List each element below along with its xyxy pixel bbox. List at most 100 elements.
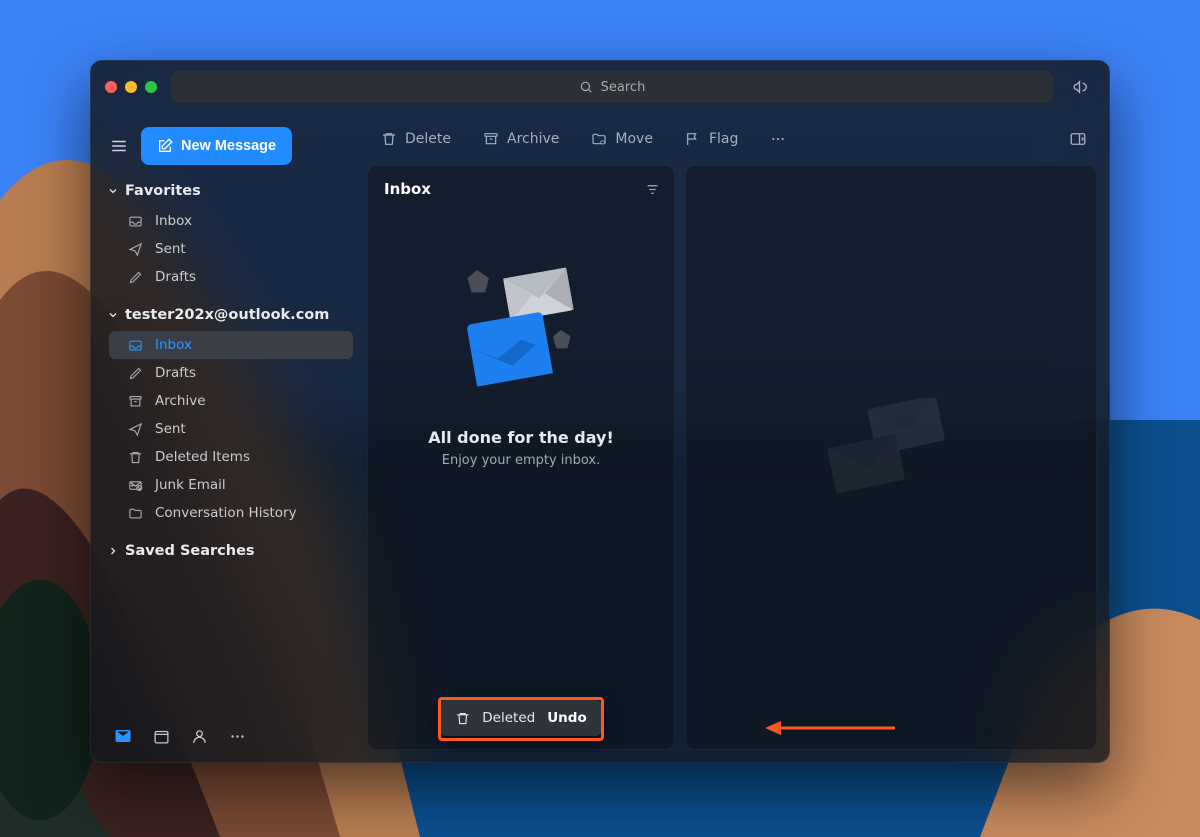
draft-icon [127,270,143,285]
delete-button[interactable]: Delete [373,125,459,153]
mail-tab-button[interactable] [113,727,133,745]
sidebar-bottom-tabs [99,714,353,762]
people-tab-button[interactable] [189,728,209,745]
favorites-label: Favorites [125,183,201,199]
folder-item[interactable]: Sent [109,235,353,263]
folder-label: Inbox [155,213,192,229]
folder-item[interactable]: Drafts [109,263,353,291]
send-icon [127,422,143,437]
saved-searches-header[interactable]: Saved Searches [99,537,353,565]
folder-label: Sent [155,421,186,437]
person-icon [191,728,208,745]
folder-label: Inbox [155,337,192,353]
folder-label: Drafts [155,365,196,381]
archive-icon [127,394,143,409]
megaphone-icon [1072,78,1090,96]
saved-searches-label: Saved Searches [125,543,255,559]
mail-icon [114,727,132,745]
new-message-button[interactable]: New Message [141,127,292,165]
folder-item[interactable]: Drafts [109,359,353,387]
flag-label: Flag [709,131,738,147]
new-message-label: New Message [181,138,276,154]
more-apps-button[interactable] [227,728,247,745]
trash-icon [127,450,143,465]
account-folders-list: Inbox Drafts Archive Sent Deleted Items Junk … [99,329,353,537]
favorites-header[interactable]: Favorites [99,177,353,205]
folder-item[interactable]: Junk Email [109,471,353,499]
sidebar: New Message Favorites Inbox Sent Drafts te… [91,113,361,762]
undo-button[interactable]: Undo [547,710,587,726]
message-list-title: Inbox [384,180,431,198]
inbox-icon [127,338,143,353]
search-placeholder: Search [601,80,646,95]
toolbar-more-button[interactable] [762,125,794,153]
chevron-right-icon [107,545,119,557]
megaphone-button[interactable] [1067,78,1095,96]
flag-button[interactable]: Flag [677,125,746,153]
toast-message: Deleted [482,710,535,726]
hamburger-button[interactable] [107,134,131,158]
search-input[interactable]: Search [171,71,1053,103]
folder-item[interactable]: Sent [109,415,353,443]
trash-icon [455,711,470,726]
calendar-tab-button[interactable] [151,728,171,745]
move-label: Move [615,131,653,147]
reading-pane [685,165,1097,750]
favorites-list: Inbox Sent Drafts [99,205,353,301]
folder-label: Archive [155,393,206,409]
folder-item[interactable]: Deleted Items [109,443,353,471]
message-list-pane: Inbox [367,165,675,750]
folder-label: Sent [155,241,186,257]
folder-item[interactable]: Conversation History [109,499,353,527]
folder-label: Deleted Items [155,449,250,465]
folder-item[interactable]: Inbox [109,331,353,359]
window-content: New Message Favorites Inbox Sent Drafts te… [91,113,1109,762]
chevron-down-icon [107,309,119,321]
window-minimize-button[interactable] [125,81,137,93]
filter-button[interactable] [645,182,660,197]
toolbar: Delete Archive Move Flag [361,113,1109,165]
send-icon [127,242,143,257]
compose-icon [157,138,173,154]
delete-label: Delete [405,131,451,147]
folder-icon [127,506,143,521]
archive-label: Archive [507,131,559,147]
archive-icon [483,131,499,147]
move-button[interactable]: Move [583,125,661,153]
empty-reading-illustration [821,398,961,518]
calendar-icon [153,728,170,745]
window-controls [105,81,157,93]
filter-icon [645,182,660,197]
window-close-button[interactable] [105,81,117,93]
search-icon [579,80,593,94]
folder-label: Junk Email [155,477,226,493]
account-label: tester202x@outlook.com [125,307,329,323]
folder-label: Conversation History [155,505,297,521]
empty-title: All done for the day! [428,428,614,447]
account-header[interactable]: tester202x@outlook.com [99,301,353,329]
ellipsis-icon [229,728,246,745]
archive-button[interactable]: Archive [475,125,567,153]
undo-toast: Deleted Undo [439,700,602,736]
folder-item[interactable]: Archive [109,387,353,415]
main-area: Delete Archive Move Flag [361,113,1109,762]
chevron-down-icon [107,185,119,197]
trash-icon [381,131,397,147]
panel-icon [1069,130,1087,148]
folder-item[interactable]: Inbox [109,207,353,235]
annotation-arrow [765,718,895,738]
folder-label: Drafts [155,269,196,285]
titlebar: Search [91,61,1109,113]
empty-inbox-illustration [441,254,601,414]
window-zoom-button[interactable] [145,81,157,93]
draft-icon [127,366,143,381]
junk-icon [127,478,143,493]
ellipsis-icon [770,131,786,147]
empty-subtitle: Enjoy your empty inbox. [442,453,601,468]
inbox-icon [127,214,143,229]
flag-icon [685,131,701,147]
toggle-reading-pane-button[interactable] [1061,124,1095,154]
move-icon [591,131,607,147]
hamburger-icon [110,137,128,155]
outlook-window: Search New Message Favorites Inbox Sent Dr… [90,60,1110,763]
